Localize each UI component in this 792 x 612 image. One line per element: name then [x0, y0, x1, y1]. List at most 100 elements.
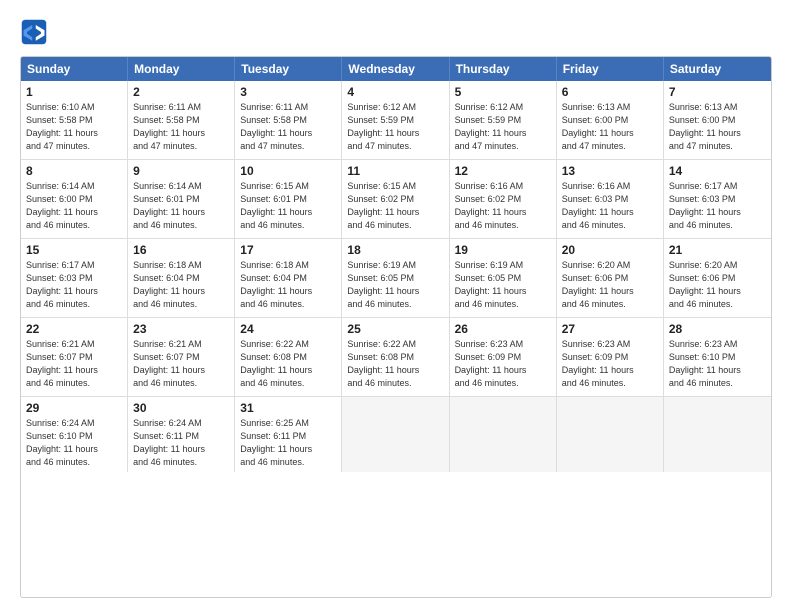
cal-cell: 8Sunrise: 6:14 AMSunset: 6:00 PMDaylight… — [21, 160, 128, 238]
cal-week-3: 15 Sunrise: 6:17 AMSunset: 6:03 PMDayligh… — [21, 239, 771, 318]
cal-cell: 4 Sunrise: 6:12 AMSunset: 5:59 PMDaylight… — [342, 81, 449, 159]
cal-cell — [450, 397, 557, 472]
header-day-wednesday: Wednesday — [342, 57, 449, 81]
day-info: Sunrise: 6:11 AMSunset: 5:58 PMDaylight:… — [133, 101, 229, 153]
day-number: 4 — [347, 85, 443, 99]
day-info: Sunrise: 6:21 AMSunset: 6:07 PMDaylight:… — [133, 338, 229, 390]
header-day-monday: Monday — [128, 57, 235, 81]
cal-cell: 3 Sunrise: 6:11 AMSunset: 5:58 PMDaylight… — [235, 81, 342, 159]
day-number: 14 — [669, 164, 766, 178]
day-number: 10 — [240, 164, 336, 178]
day-number: 2 — [133, 85, 229, 99]
day-info: Sunrise: 6:20 AMSunset: 6:06 PMDaylight:… — [669, 259, 766, 311]
cal-cell: 20 Sunrise: 6:20 AMSunset: 6:06 PMDayligh… — [557, 239, 664, 317]
day-info: Sunrise: 6:17 AMSunset: 6:03 PMDaylight:… — [26, 259, 122, 311]
day-info: Sunrise: 6:23 AMSunset: 6:09 PMDaylight:… — [455, 338, 551, 390]
day-info: Sunrise: 6:16 AMSunset: 6:02 PMDaylight:… — [455, 180, 551, 232]
day-number: 17 — [240, 243, 336, 257]
cal-cell: 10 Sunrise: 6:15 AMSunset: 6:01 PMDayligh… — [235, 160, 342, 238]
cal-week-5: 29Sunrise: 6:24 AMSunset: 6:10 PMDayligh… — [21, 397, 771, 472]
day-number: 13 — [562, 164, 658, 178]
day-info: Sunrise: 6:23 AMSunset: 6:09 PMDaylight:… — [562, 338, 658, 390]
cal-cell: 16 Sunrise: 6:18 AMSunset: 6:04 PMDayligh… — [128, 239, 235, 317]
header-day-tuesday: Tuesday — [235, 57, 342, 81]
cal-cell: 1 Sunrise: 6:10 AMSunset: 5:58 PMDaylight… — [21, 81, 128, 159]
day-info: Sunrise: 6:16 AMSunset: 6:03 PMDaylight:… — [562, 180, 658, 232]
calendar-header: SundayMondayTuesdayWednesdayThursdayFrid… — [21, 57, 771, 81]
day-number: 24 — [240, 322, 336, 336]
header-day-friday: Friday — [557, 57, 664, 81]
header — [20, 18, 772, 46]
day-info: Sunrise: 6:19 AMSunset: 6:05 PMDaylight:… — [455, 259, 551, 311]
day-number: 28 — [669, 322, 766, 336]
day-number: 12 — [455, 164, 551, 178]
cal-cell: 11 Sunrise: 6:15 AMSunset: 6:02 PMDayligh… — [342, 160, 449, 238]
cal-cell — [557, 397, 664, 472]
day-number: 5 — [455, 85, 551, 99]
cal-cell: 6 Sunrise: 6:13 AMSunset: 6:00 PMDaylight… — [557, 81, 664, 159]
logo-icon — [20, 18, 48, 46]
day-number: 6 — [562, 85, 658, 99]
day-info: Sunrise: 6:15 AMSunset: 6:01 PMDaylight:… — [240, 180, 336, 232]
cal-cell: 19 Sunrise: 6:19 AMSunset: 6:05 PMDayligh… — [450, 239, 557, 317]
day-info: Sunrise: 6:23 AMSunset: 6:10 PMDaylight:… — [669, 338, 766, 390]
cal-cell: 9Sunrise: 6:14 AMSunset: 6:01 PMDaylight… — [128, 160, 235, 238]
logo — [20, 18, 52, 46]
day-number: 16 — [133, 243, 229, 257]
day-number: 21 — [669, 243, 766, 257]
day-info: Sunrise: 6:21 AMSunset: 6:07 PMDaylight:… — [26, 338, 122, 390]
cal-cell: 26 Sunrise: 6:23 AMSunset: 6:09 PMDayligh… — [450, 318, 557, 396]
cal-cell: 17 Sunrise: 6:18 AMSunset: 6:04 PMDayligh… — [235, 239, 342, 317]
day-number: 27 — [562, 322, 658, 336]
day-info: Sunrise: 6:14 AMSunset: 6:00 PMDaylight:… — [26, 180, 122, 232]
cal-cell: 5 Sunrise: 6:12 AMSunset: 5:59 PMDaylight… — [450, 81, 557, 159]
day-number: 11 — [347, 164, 443, 178]
day-info: Sunrise: 6:18 AMSunset: 6:04 PMDaylight:… — [240, 259, 336, 311]
cal-cell: 15 Sunrise: 6:17 AMSunset: 6:03 PMDayligh… — [21, 239, 128, 317]
day-info: Sunrise: 6:20 AMSunset: 6:06 PMDaylight:… — [562, 259, 658, 311]
day-info: Sunrise: 6:15 AMSunset: 6:02 PMDaylight:… — [347, 180, 443, 232]
day-info: Sunrise: 6:13 AMSunset: 6:00 PMDaylight:… — [562, 101, 658, 153]
cal-cell: 30Sunrise: 6:24 AMSunset: 6:11 PMDayligh… — [128, 397, 235, 472]
cal-week-2: 8Sunrise: 6:14 AMSunset: 6:00 PMDaylight… — [21, 160, 771, 239]
day-info: Sunrise: 6:18 AMSunset: 6:04 PMDaylight:… — [133, 259, 229, 311]
day-number: 25 — [347, 322, 443, 336]
day-info: Sunrise: 6:22 AMSunset: 6:08 PMDaylight:… — [347, 338, 443, 390]
day-number: 31 — [240, 401, 336, 415]
header-day-sunday: Sunday — [21, 57, 128, 81]
cal-cell: 24 Sunrise: 6:22 AMSunset: 6:08 PMDayligh… — [235, 318, 342, 396]
day-info: Sunrise: 6:25 AMSunset: 6:11 PMDaylight:… — [240, 417, 336, 469]
header-day-saturday: Saturday — [664, 57, 771, 81]
day-info: Sunrise: 6:22 AMSunset: 6:08 PMDaylight:… — [240, 338, 336, 390]
day-number: 15 — [26, 243, 122, 257]
cal-cell: 31 Sunrise: 6:25 AMSunset: 6:11 PMDayligh… — [235, 397, 342, 472]
cal-cell — [664, 397, 771, 472]
day-number: 1 — [26, 85, 122, 99]
day-number: 3 — [240, 85, 336, 99]
day-info: Sunrise: 6:11 AMSunset: 5:58 PMDaylight:… — [240, 101, 336, 153]
cal-week-4: 22 Sunrise: 6:21 AMSunset: 6:07 PMDayligh… — [21, 318, 771, 397]
day-number: 18 — [347, 243, 443, 257]
cal-cell: 14 Sunrise: 6:17 AMSunset: 6:03 PMDayligh… — [664, 160, 771, 238]
day-number: 9 — [133, 164, 229, 178]
cal-week-1: 1 Sunrise: 6:10 AMSunset: 5:58 PMDaylight… — [21, 81, 771, 160]
day-number: 19 — [455, 243, 551, 257]
day-info: Sunrise: 6:10 AMSunset: 5:58 PMDaylight:… — [26, 101, 122, 153]
day-info: Sunrise: 6:12 AMSunset: 5:59 PMDaylight:… — [455, 101, 551, 153]
page: SundayMondayTuesdayWednesdayThursdayFrid… — [0, 0, 792, 612]
cal-cell: 22 Sunrise: 6:21 AMSunset: 6:07 PMDayligh… — [21, 318, 128, 396]
cal-cell: 28 Sunrise: 6:23 AMSunset: 6:10 PMDayligh… — [664, 318, 771, 396]
day-number: 20 — [562, 243, 658, 257]
cal-cell: 18Sunrise: 6:19 AMSunset: 6:05 PMDayligh… — [342, 239, 449, 317]
day-info: Sunrise: 6:12 AMSunset: 5:59 PMDaylight:… — [347, 101, 443, 153]
cal-cell: 25 Sunrise: 6:22 AMSunset: 6:08 PMDayligh… — [342, 318, 449, 396]
day-info: Sunrise: 6:13 AMSunset: 6:00 PMDaylight:… — [669, 101, 766, 153]
day-number: 22 — [26, 322, 122, 336]
day-number: 23 — [133, 322, 229, 336]
day-info: Sunrise: 6:17 AMSunset: 6:03 PMDaylight:… — [669, 180, 766, 232]
cal-cell: 12 Sunrise: 6:16 AMSunset: 6:02 PMDayligh… — [450, 160, 557, 238]
day-info: Sunrise: 6:24 AMSunset: 6:10 PMDaylight:… — [26, 417, 122, 469]
cal-cell — [342, 397, 449, 472]
cal-cell: 2 Sunrise: 6:11 AMSunset: 5:58 PMDaylight… — [128, 81, 235, 159]
day-number: 26 — [455, 322, 551, 336]
